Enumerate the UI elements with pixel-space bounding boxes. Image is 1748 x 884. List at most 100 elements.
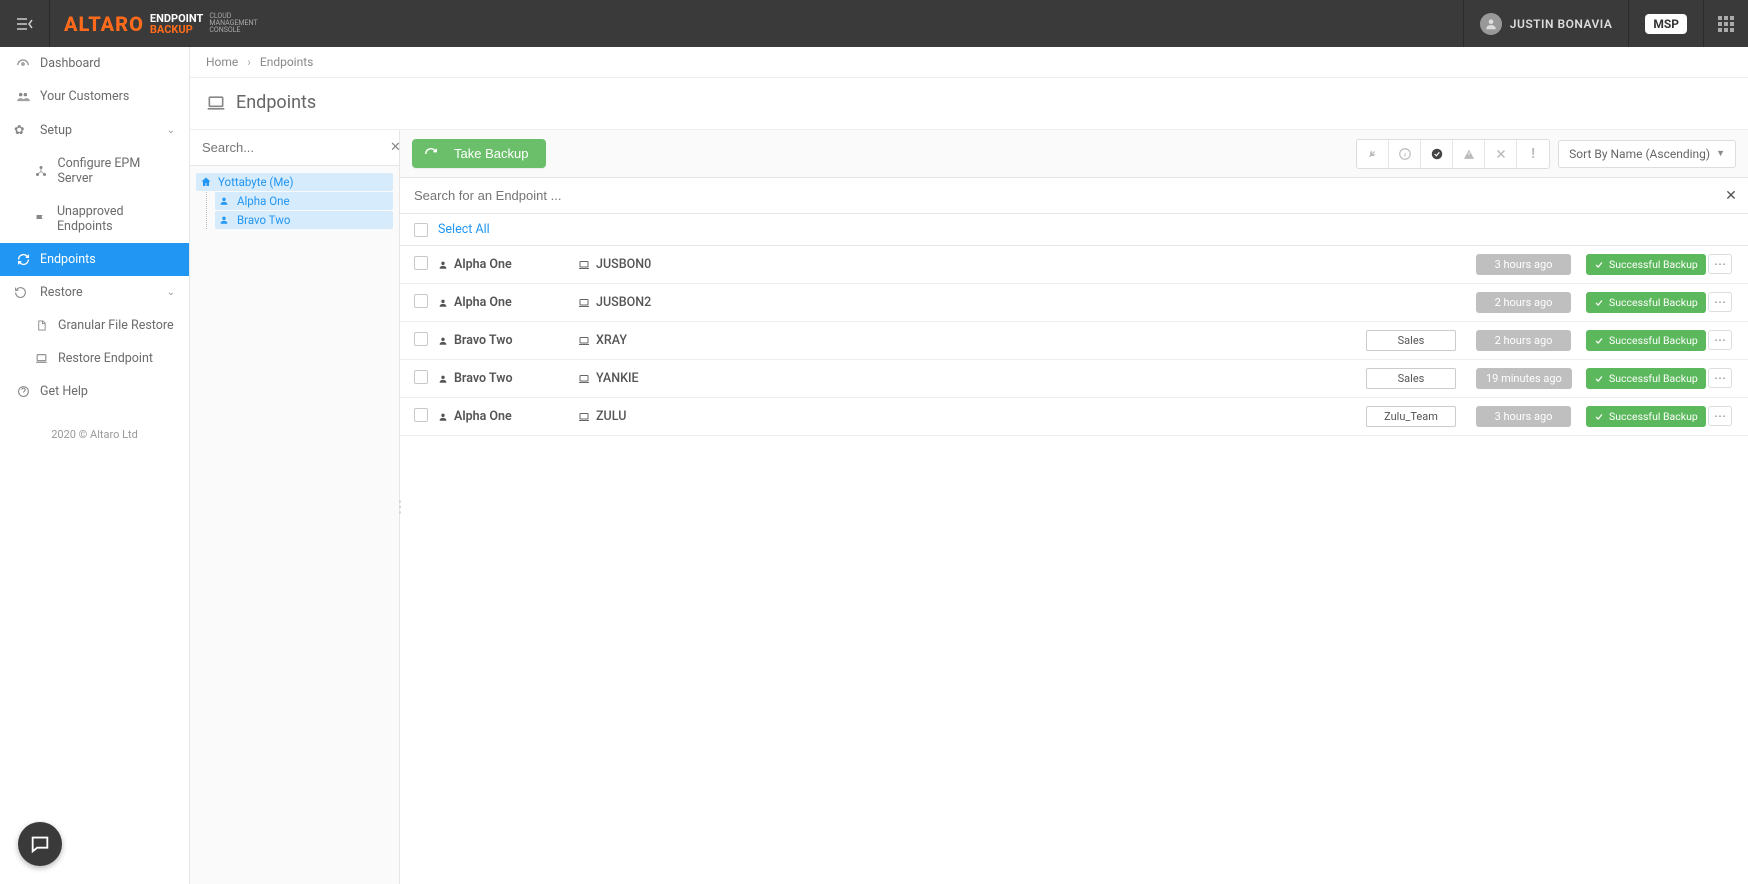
row-menu-button[interactable]: ⋯ xyxy=(1708,406,1732,426)
sidebar-item-dashboard[interactable]: Dashboard xyxy=(0,47,189,80)
status-chip: Successful Backup xyxy=(1586,406,1706,427)
take-backup-button[interactable]: Take Backup xyxy=(412,139,546,168)
sidebar-item-label: Unapproved Endpoints xyxy=(57,204,175,234)
endpoint-search-input[interactable] xyxy=(400,178,1714,213)
sidebar-item-configure-epm[interactable]: Configure EPM Server xyxy=(0,147,189,195)
row-menu-button[interactable]: ⋯ xyxy=(1708,330,1732,350)
row-checkbox[interactable] xyxy=(414,332,428,346)
chevron-down-icon: ⌄ xyxy=(167,287,175,298)
topbar: ALTARO ENDPOINT BACKUP CLOUD MANAGEMENT … xyxy=(0,0,1748,47)
laptop-icon xyxy=(578,412,590,422)
sidebar-item-endpoints[interactable]: Endpoints xyxy=(0,243,189,276)
user-icon xyxy=(438,374,448,384)
row-menu-button[interactable]: ⋯ xyxy=(1708,292,1732,312)
sort-label: Sort By Name (Ascending) xyxy=(1569,147,1710,161)
row-checkbox[interactable] xyxy=(414,408,428,422)
tag-chip[interactable]: Zulu_Team xyxy=(1366,406,1456,427)
tag-chip[interactable]: Sales xyxy=(1366,330,1456,351)
user-menu[interactable]: JUSTIN BONAVIA xyxy=(1463,0,1629,47)
filter-success-button[interactable] xyxy=(1421,140,1453,168)
row-host: XRAY xyxy=(578,333,1366,348)
laptop-icon xyxy=(578,336,590,346)
filter-error-button[interactable] xyxy=(1485,140,1517,168)
select-all-link[interactable]: Select All xyxy=(438,222,490,237)
sidebar-item-granular[interactable]: Granular File Restore xyxy=(0,309,189,342)
row-checkbox[interactable] xyxy=(414,256,428,270)
tag-chip[interactable]: Sales xyxy=(1366,368,1456,389)
filter-info-button[interactable] xyxy=(1389,140,1421,168)
user-icon xyxy=(438,260,448,270)
sidebar-item-label: Restore Endpoint xyxy=(58,351,153,366)
help-icon xyxy=(14,385,32,398)
filter-group: ! xyxy=(1356,139,1550,169)
endpoint-search-clear-button[interactable]: ✕ xyxy=(1714,188,1748,204)
table-row: Alpha One JUSBON2 2 hours ago Successful… xyxy=(400,284,1748,322)
row-customer-label: Alpha One xyxy=(454,295,512,310)
sidebar-group-restore[interactable]: Restore ⌄ xyxy=(0,276,189,309)
sidebar-item-customers[interactable]: Your Customers xyxy=(0,80,189,113)
sidebar-group-setup[interactable]: ✿ Setup ⌄ xyxy=(0,113,189,147)
flag-icon xyxy=(32,213,49,225)
row-status: Successful Backup xyxy=(1586,254,1706,275)
row-status: Successful Backup xyxy=(1586,406,1706,427)
row-status: Successful Backup xyxy=(1586,330,1706,351)
chevron-down-icon: ⌄ xyxy=(167,125,175,136)
tree-root-node[interactable]: Yottabyte (Me) xyxy=(196,173,393,191)
sidebar-item-help[interactable]: Get Help xyxy=(0,375,189,408)
refresh-icon xyxy=(424,147,438,161)
page-title: Endpoints xyxy=(236,92,316,113)
sidebar-item-label: Configure EPM Server xyxy=(57,156,175,186)
menu-toggle-button[interactable] xyxy=(0,0,50,47)
row-checkbox[interactable] xyxy=(414,370,428,384)
row-host-label: YANKIE xyxy=(596,371,639,386)
gauge-icon xyxy=(14,57,32,71)
resize-handle[interactable] xyxy=(396,477,402,537)
row-checkbox[interactable] xyxy=(414,294,428,308)
sidebar-item-unapproved[interactable]: Unapproved Endpoints xyxy=(0,195,189,243)
row-host-label: XRAY xyxy=(596,333,627,348)
apps-grid-icon xyxy=(1718,16,1734,32)
row-host: ZULU xyxy=(578,409,1366,424)
sidebar: Dashboard Your Customers ✿ Setup ⌄ Confi… xyxy=(0,47,190,884)
sidebar-footer: 2020 © Altaro Ltd xyxy=(0,428,189,441)
breadcrumb-current: Endpoints xyxy=(260,55,313,69)
row-menu-button[interactable]: ⋯ xyxy=(1708,254,1732,274)
breadcrumb: Home › Endpoints xyxy=(190,47,1748,78)
status-chip: Successful Backup xyxy=(1586,254,1706,275)
caret-down-icon: ▼ xyxy=(1716,148,1725,159)
sidebar-item-label: Get Help xyxy=(40,384,88,399)
sidebar-item-label: Granular File Restore xyxy=(58,318,174,333)
breadcrumb-home[interactable]: Home xyxy=(206,55,238,69)
chat-button[interactable] xyxy=(18,822,62,866)
brand-logo: ALTARO ENDPOINT BACKUP CLOUD MANAGEMENT … xyxy=(50,12,272,36)
filter-unplugged-button[interactable] xyxy=(1357,140,1389,168)
tree-node-label: Alpha One xyxy=(237,194,290,208)
endpoint-search-row: ✕ xyxy=(400,178,1748,214)
tree-child-node[interactable]: Bravo Two xyxy=(215,211,393,229)
row-customer-label: Bravo Two xyxy=(454,333,513,348)
user-name-label: JUSTIN BONAVIA xyxy=(1510,17,1613,31)
tree-child-node[interactable]: Alpha One xyxy=(215,192,393,210)
row-customer-label: Alpha One xyxy=(454,409,512,424)
main-content: Home › Endpoints Endpoints ✕ xyxy=(190,47,1748,884)
filter-alert-button[interactable]: ! xyxy=(1517,140,1549,168)
table-row: Alpha One ZULU Zulu_Team 3 hours ago Suc… xyxy=(400,398,1748,436)
filter-warning-button[interactable] xyxy=(1453,140,1485,168)
apps-grid-button[interactable] xyxy=(1703,0,1748,47)
row-status: Successful Backup xyxy=(1586,292,1706,313)
brand-name: ALTARO xyxy=(64,12,144,36)
tree-search-clear-button[interactable]: ✕ xyxy=(390,140,401,155)
row-tag: Sales xyxy=(1366,368,1476,389)
customer-tree-panel: ✕ Yottabyte (Me) Alpha xyxy=(190,130,400,884)
sort-dropdown[interactable]: Sort By Name (Ascending) ▼ xyxy=(1558,140,1736,168)
row-customer: Alpha One xyxy=(438,409,578,424)
sidebar-item-restore-endpoint[interactable]: Restore Endpoint xyxy=(0,342,189,375)
row-menu-button[interactable]: ⋯ xyxy=(1708,368,1732,388)
time-chip: 3 hours ago xyxy=(1476,254,1571,275)
tree-node-label: Yottabyte (Me) xyxy=(218,175,294,189)
customer-tree: Yottabyte (Me) Alpha One xyxy=(190,166,399,236)
tree-search-input[interactable] xyxy=(190,130,390,165)
msp-badge-item[interactable]: MSP xyxy=(1628,0,1703,47)
select-all-checkbox[interactable] xyxy=(414,223,428,237)
breadcrumb-separator: › xyxy=(247,55,251,69)
